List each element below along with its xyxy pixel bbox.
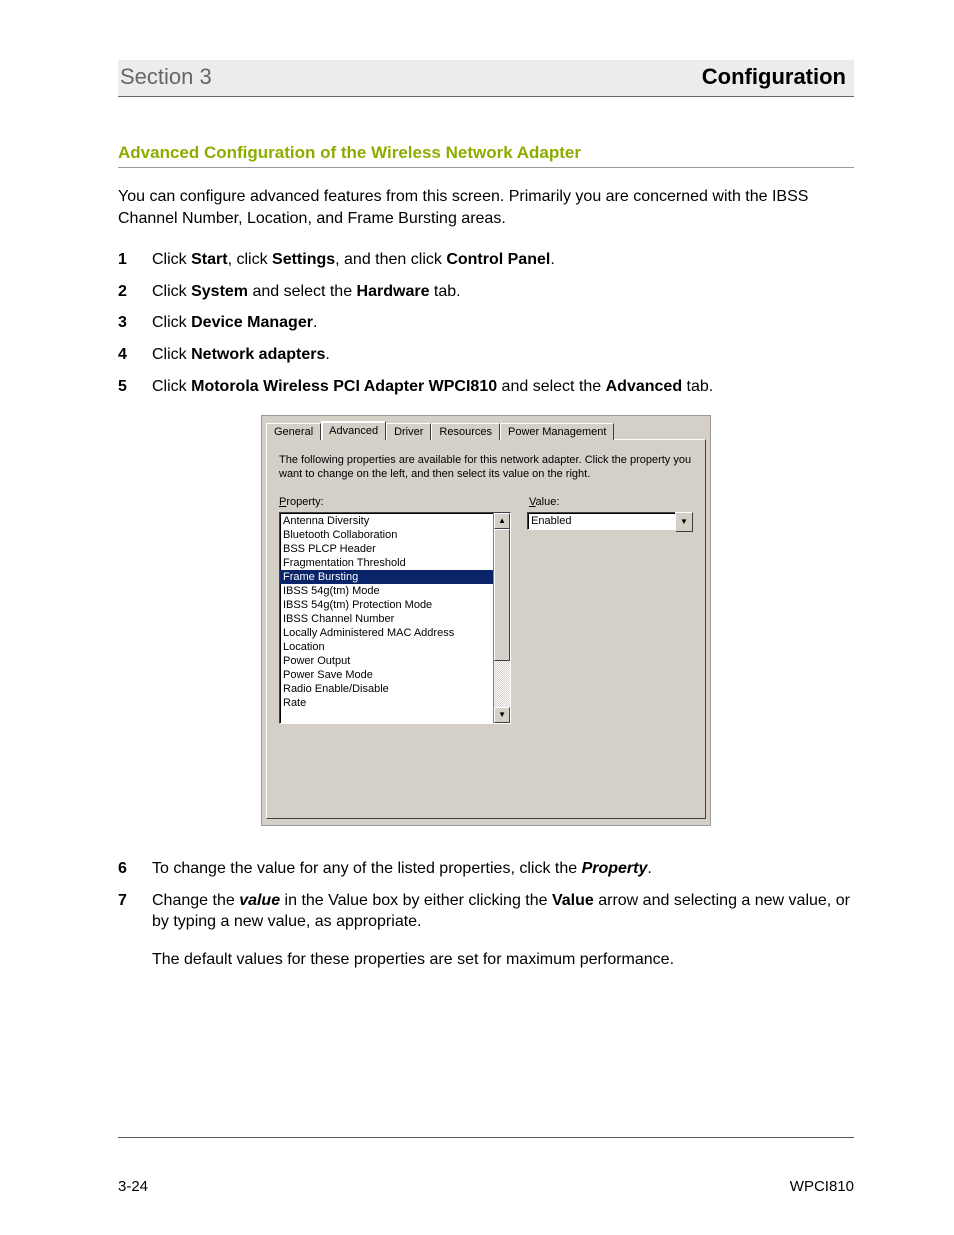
list-item[interactable]: Locally Administered MAC Address [280, 626, 510, 640]
doc-id: WPCI810 [790, 1178, 854, 1195]
list-item[interactable]: Location [280, 640, 510, 654]
value-combo-input[interactable]: Enabled [527, 512, 675, 530]
scroll-track[interactable] [494, 529, 510, 707]
list-item[interactable]: IBSS 54g(tm) Mode [280, 584, 510, 598]
list-item[interactable]: Frame Bursting [280, 570, 510, 584]
step-6: To change the value for any of the liste… [118, 858, 854, 880]
intro-text: You can configure advanced features from… [118, 186, 854, 229]
list-item[interactable]: Power Output [280, 654, 510, 668]
chevron-down-icon: ▼ [680, 517, 688, 526]
list-item[interactable]: Power Save Mode [280, 668, 510, 682]
step-3: Click Device Manager. [118, 312, 854, 334]
scroll-thumb[interactable] [494, 529, 510, 661]
page-header: Section 3 Configuration [118, 60, 854, 97]
value-label: Value: [529, 496, 693, 508]
tab-resources[interactable]: Resources [431, 423, 500, 440]
tab-driver[interactable]: Driver [386, 423, 431, 440]
list-item[interactable]: Fragmentation Threshold [280, 556, 510, 570]
list-item[interactable]: Antenna Diversity [280, 514, 510, 528]
property-listbox[interactable]: Antenna DiversityBluetooth Collaboration… [279, 512, 511, 724]
page-number: 3-24 [118, 1178, 148, 1195]
step-4: Click Network adapters. [118, 344, 854, 366]
list-item[interactable]: Rate [280, 696, 510, 710]
scroll-down-button[interactable]: ▼ [494, 707, 510, 723]
list-item[interactable]: BSS PLCP Header [280, 542, 510, 556]
tab-panel-advanced: The following properties are available f… [266, 439, 706, 819]
panel-description: The following properties are available f… [279, 454, 693, 482]
list-item[interactable]: IBSS 54g(tm) Protection Mode [280, 598, 510, 612]
property-label: Property: [279, 496, 529, 508]
tab-general[interactable]: General [266, 423, 321, 440]
page-title: Configuration [702, 64, 846, 90]
scroll-up-button[interactable]: ▲ [494, 513, 510, 529]
value-combo-arrow[interactable]: ▼ [675, 512, 693, 532]
step-5: Click Motorola Wireless PCI Adapter WPCI… [118, 376, 854, 398]
section-heading: Advanced Configuration of the Wireless N… [118, 143, 854, 168]
tab-power[interactable]: Power Management [500, 423, 614, 440]
section-label: Section 3 [118, 64, 212, 90]
step-2: Click System and select the Hardware tab… [118, 281, 854, 303]
properties-dialog: General Advanced Driver Resources Power … [261, 415, 711, 826]
list-item[interactable]: Radio Enable/Disable [280, 682, 510, 696]
value-combo[interactable]: Enabled ▼ [527, 512, 693, 532]
step-1: Click Start, click Settings, and then cl… [118, 249, 854, 271]
list-item[interactable]: IBSS Channel Number [280, 612, 510, 626]
list-item[interactable]: Bluetooth Collaboration [280, 528, 510, 542]
tab-advanced[interactable]: Advanced [321, 421, 386, 440]
tab-strip: General Advanced Driver Resources Power … [262, 416, 710, 439]
listbox-scrollbar[interactable]: ▲ ▼ [493, 513, 510, 723]
step-7: Change the value in the Value box by eit… [118, 890, 854, 933]
default-values-note: The default values for these properties … [152, 949, 854, 971]
page-footer: 3-24 WPCI810 [118, 1137, 854, 1195]
